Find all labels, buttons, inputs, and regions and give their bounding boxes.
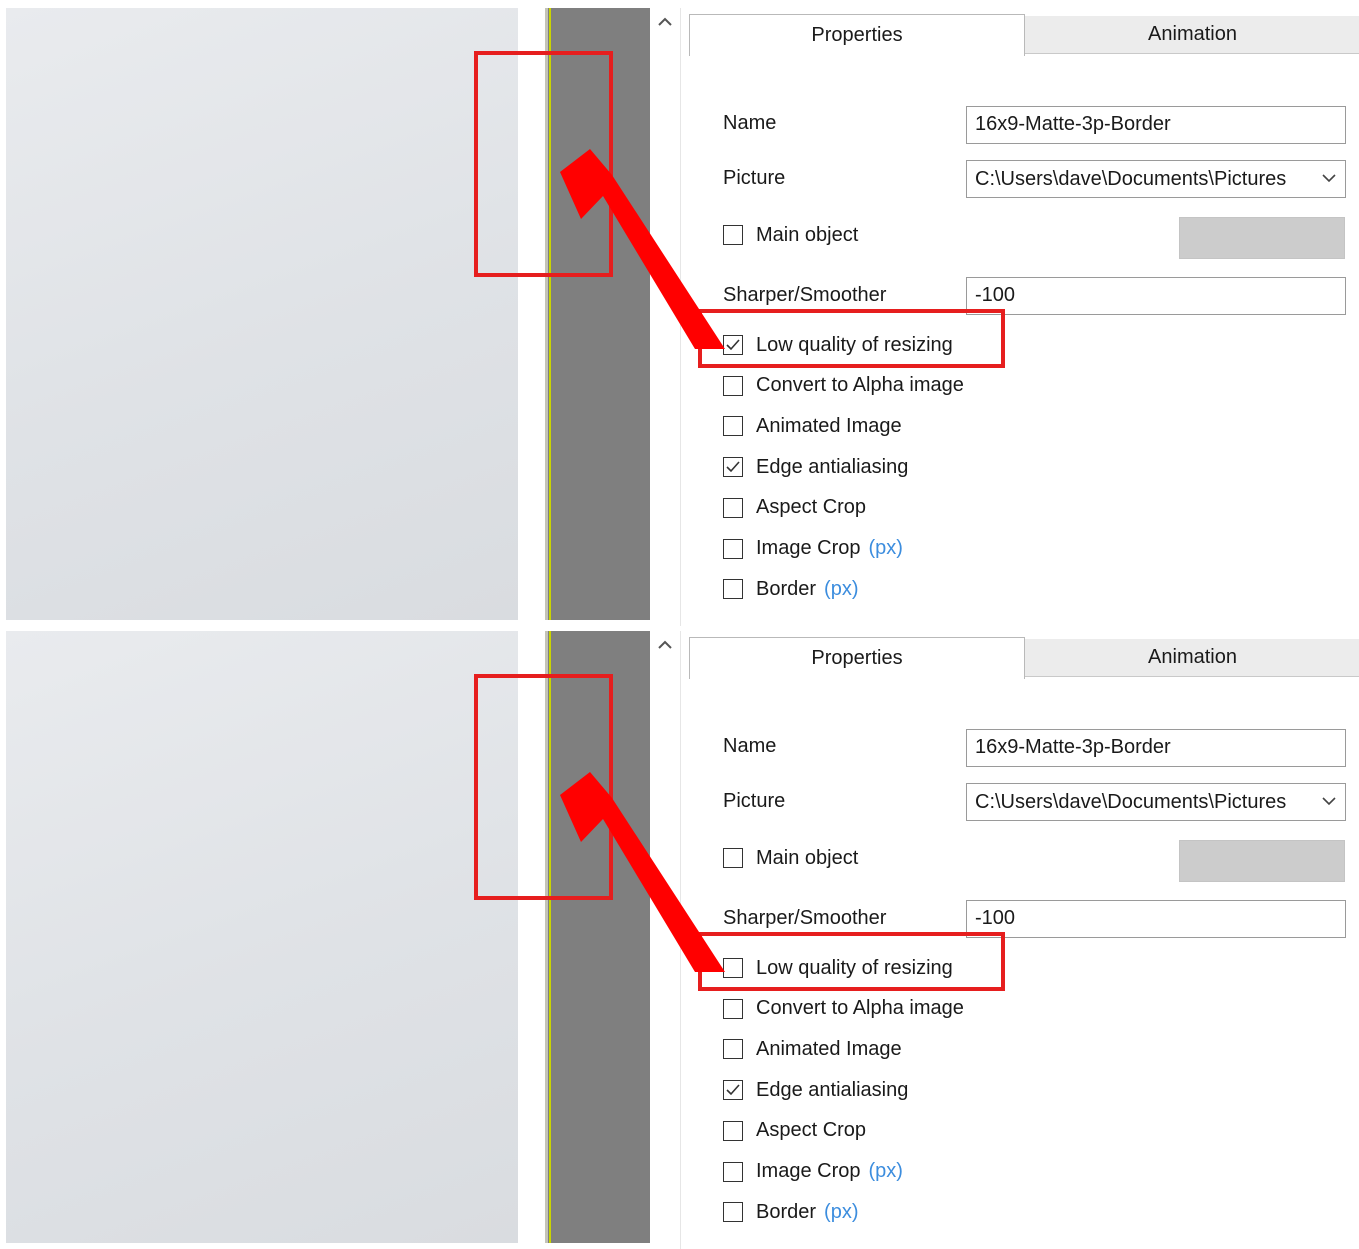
comparison-panel-top: Properties Animation Name 16x9-Matte-3p-… bbox=[0, 4, 1359, 626]
comparison-panel-bottom: Properties Animation Name 16x9-Matte-3p-… bbox=[0, 627, 1359, 1249]
red-arrow-icon bbox=[560, 772, 725, 972]
red-arrow-icon bbox=[560, 149, 725, 349]
